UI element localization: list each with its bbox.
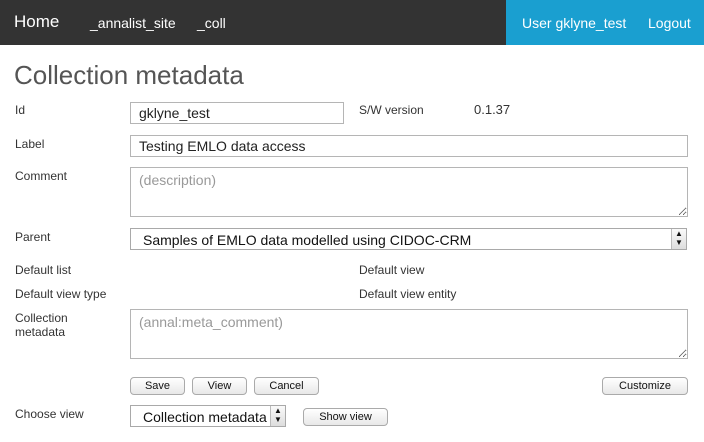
default-list-label: Default list — [15, 263, 72, 277]
select-arrow-icon: ▲ ▼ — [270, 406, 285, 426]
top-nav-bar: Home _annalist_site _coll User gklyne_te… — [0, 0, 704, 45]
page-title: Collection metadata — [14, 60, 244, 90]
comment-textarea[interactable] — [130, 167, 688, 217]
nav-home-link[interactable]: Home — [14, 12, 59, 32]
collection-metadata-label-line1: Collection — [15, 311, 68, 325]
default-view-entity-label: Default view entity — [359, 287, 457, 301]
collection-metadata-textarea[interactable] — [130, 309, 688, 359]
sw-version-value: 0.1.37 — [474, 102, 511, 117]
choose-view-select-value: Collection metadata — [143, 409, 267, 425]
id-input[interactable] — [130, 102, 344, 124]
comment-label: Comment — [15, 169, 68, 183]
nav-site-link[interactable]: _annalist_site — [90, 15, 176, 31]
nav-coll-link[interactable]: _coll — [197, 15, 226, 31]
collection-metadata-label-line2: metadata — [15, 325, 66, 339]
logout-link[interactable]: Logout — [648, 15, 691, 31]
cancel-button[interactable]: Cancel — [254, 377, 319, 395]
sw-version-label: S/W version — [359, 103, 424, 117]
default-view-type-label: Default view type — [15, 287, 107, 301]
save-button[interactable]: Save — [130, 377, 185, 395]
id-label: Id — [15, 103, 26, 117]
label-input[interactable] — [130, 135, 688, 157]
customize-button[interactable]: Customize — [602, 377, 688, 395]
parent-select[interactable]: Samples of EMLO data modelled using CIDO… — [130, 228, 687, 250]
parent-select-value: Samples of EMLO data modelled using CIDO… — [143, 232, 472, 248]
select-arrow-icon: ▲ ▼ — [671, 229, 686, 249]
parent-label: Parent — [15, 230, 51, 244]
default-view-label: Default view — [359, 263, 425, 277]
user-link[interactable]: User gklyne_test — [522, 15, 626, 31]
show-view-button[interactable]: Show view — [303, 408, 388, 426]
choose-view-label: Choose view — [15, 407, 84, 421]
label-label: Label — [15, 137, 45, 151]
user-area: User gklyne_test Logout — [506, 0, 704, 45]
view-button[interactable]: View — [192, 377, 247, 395]
choose-view-select[interactable]: Collection metadata ▲ ▼ — [130, 405, 286, 427]
